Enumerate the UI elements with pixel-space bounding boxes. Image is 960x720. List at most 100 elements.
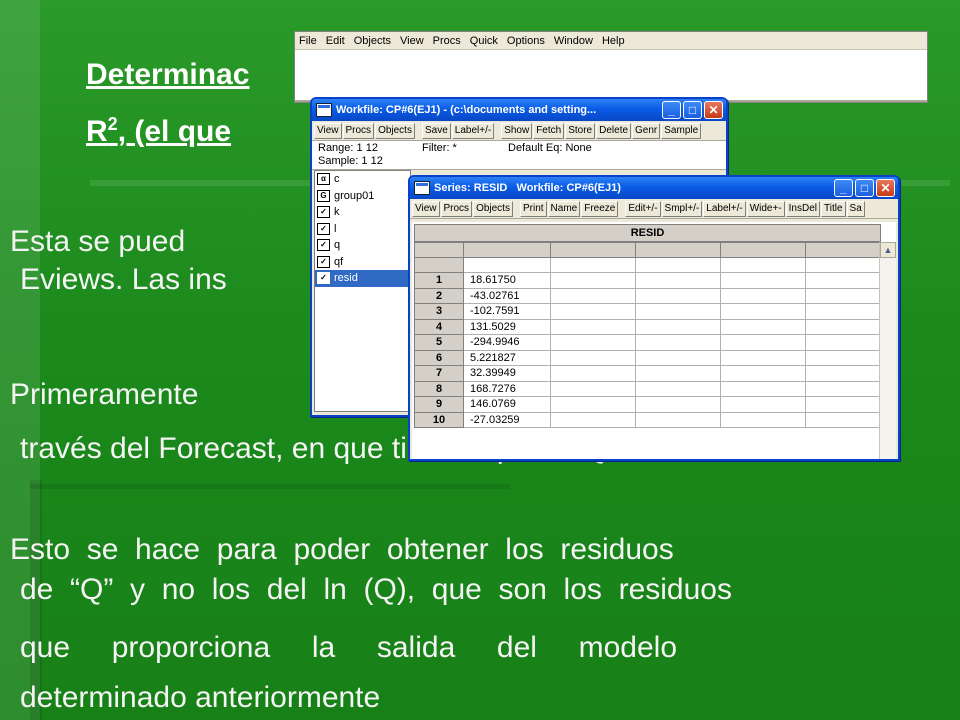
table-cell[interactable]: 131.5029 <box>463 318 551 335</box>
series-window[interactable]: Series: RESID Workfile: CP#6(EJ1) _ □ ✕ … <box>408 175 900 461</box>
table-cell[interactable] <box>805 365 891 382</box>
table-cell[interactable] <box>720 318 806 335</box>
table-row[interactable]: 1 18.61750 <box>414 272 891 289</box>
workfile-titlebar[interactable]: Workfile: CP#6(EJ1) - (c:\documents and … <box>312 99 726 121</box>
table-cell[interactable]: 32.39949 <box>463 365 551 382</box>
table-cell[interactable] <box>635 303 721 320</box>
menu-edit[interactable]: Edit <box>326 35 345 47</box>
table-cell[interactable] <box>550 334 636 351</box>
menu-objects[interactable]: Objects <box>354 35 391 47</box>
table-cell[interactable] <box>805 318 891 335</box>
table-cell[interactable] <box>550 303 636 320</box>
table-cell[interactable] <box>720 411 806 428</box>
list-item[interactable]: ✓ qf <box>315 254 410 271</box>
workfile-label-button[interactable]: Label+/- <box>451 122 495 139</box>
table-cell[interactable] <box>635 349 721 366</box>
series-smpl-button[interactable]: Smpl+/- <box>661 200 703 217</box>
series-insdel-button[interactable]: InsDel <box>785 200 820 217</box>
workfile-procs-button[interactable]: Procs <box>342 122 375 139</box>
series-procs-button[interactable]: Procs <box>440 200 473 217</box>
table-cell[interactable] <box>635 257 721 273</box>
table-cell[interactable] <box>805 242 891 258</box>
vertical-scrollbar[interactable]: ▲ <box>879 242 896 459</box>
table-cell[interactable] <box>720 242 806 258</box>
table-cell[interactable] <box>805 257 891 273</box>
table-cell[interactable] <box>720 396 806 413</box>
menu-quick[interactable]: Quick <box>470 35 498 47</box>
series-print-button[interactable]: Print <box>519 200 547 217</box>
table-cell[interactable] <box>550 287 636 304</box>
series-freeze-button[interactable]: Freeze <box>581 200 619 217</box>
list-item[interactable]: ✓ l <box>315 221 410 238</box>
close-icon[interactable]: ✕ <box>704 101 723 119</box>
series-titlebar[interactable]: Series: RESID Workfile: CP#6(EJ1) _ □ ✕ <box>410 177 898 199</box>
table-cell[interactable] <box>635 287 721 304</box>
table-cell[interactable] <box>550 257 636 273</box>
table-cell[interactable] <box>720 303 806 320</box>
series-edit-button[interactable]: Edit+/- <box>625 200 661 217</box>
table-cell[interactable] <box>550 349 636 366</box>
table-cell[interactable] <box>635 334 721 351</box>
command-window[interactable] <box>295 50 927 102</box>
series-objects-button[interactable]: Objects <box>473 200 513 217</box>
minimize-icon[interactable]: _ <box>662 101 681 119</box>
minimize-icon[interactable]: _ <box>834 179 853 197</box>
workfile-save-button[interactable]: Save <box>421 122 451 139</box>
table-cell[interactable]: -43.02761 <box>463 287 551 304</box>
table-cell[interactable] <box>550 242 636 258</box>
table-cell[interactable] <box>805 303 891 320</box>
table-cell[interactable] <box>550 380 636 397</box>
table-cell[interactable] <box>720 272 806 289</box>
menu-file[interactable]: File <box>299 35 317 47</box>
table-cell[interactable] <box>805 272 891 289</box>
table-cell[interactable] <box>720 380 806 397</box>
list-item[interactable]: Ggroup01 <box>315 188 410 205</box>
table-row[interactable]: 8 168.7276 <box>414 380 891 397</box>
list-item[interactable]: αc <box>315 171 410 188</box>
table-cell[interactable] <box>805 287 891 304</box>
table-cell[interactable]: -294.9946 <box>463 334 551 351</box>
workfile-sample-button[interactable]: Sample <box>661 122 702 139</box>
table-cell[interactable] <box>635 272 721 289</box>
table-row[interactable]: 4 131.5029 <box>414 318 891 335</box>
table-cell[interactable] <box>463 257 551 273</box>
workfile-delete-button[interactable]: Delete <box>596 122 632 139</box>
maximize-icon[interactable]: □ <box>855 179 874 197</box>
table-cell[interactable] <box>550 318 636 335</box>
maximize-icon[interactable]: □ <box>683 101 702 119</box>
workfile-store-button[interactable]: Store <box>565 122 596 139</box>
table-cell[interactable] <box>720 287 806 304</box>
table-cell[interactable] <box>635 396 721 413</box>
menu-window[interactable]: Window <box>554 35 593 47</box>
table-row[interactable]: 9 146.0769 <box>414 396 891 413</box>
workfile-objects-button[interactable]: Objects <box>375 122 415 139</box>
table-cell[interactable]: 18.61750 <box>463 272 551 289</box>
list-item[interactable]: ✓ k <box>315 204 410 221</box>
close-icon[interactable]: ✕ <box>876 179 895 197</box>
table-cell[interactable] <box>720 349 806 366</box>
menu-help[interactable]: Help <box>602 35 625 47</box>
series-wide-button[interactable]: Wide+- <box>746 200 785 217</box>
table-cell[interactable] <box>805 396 891 413</box>
table-cell[interactable] <box>805 349 891 366</box>
table-cell[interactable] <box>550 396 636 413</box>
workfile-fetch-button[interactable]: Fetch <box>533 122 565 139</box>
table-cell[interactable] <box>635 411 721 428</box>
table-row[interactable]: 3 -102.7591 <box>414 303 891 320</box>
series-label-button[interactable]: Label+/- <box>703 200 746 217</box>
table-cell[interactable]: -102.7591 <box>463 303 551 320</box>
table-row[interactable]: 2 -43.02761 <box>414 287 891 304</box>
table-cell[interactable] <box>805 411 891 428</box>
series-title-button[interactable]: Title <box>821 200 846 217</box>
table-cell[interactable] <box>805 380 891 397</box>
table-cell[interactable] <box>635 242 721 258</box>
list-item[interactable]: ✓ q <box>315 237 410 254</box>
workfile-show-button[interactable]: Show <box>501 122 533 139</box>
list-item-selected[interactable]: ✓ resid <box>315 270 410 287</box>
table-row[interactable]: 10 -27.03259 <box>414 411 891 428</box>
table-cell[interactable] <box>463 242 551 258</box>
table-cell[interactable]: -27.03259 <box>463 411 551 428</box>
table-cell[interactable] <box>550 411 636 428</box>
series-name-button[interactable]: Name <box>547 200 581 217</box>
menu-procs[interactable]: Procs <box>433 35 461 47</box>
